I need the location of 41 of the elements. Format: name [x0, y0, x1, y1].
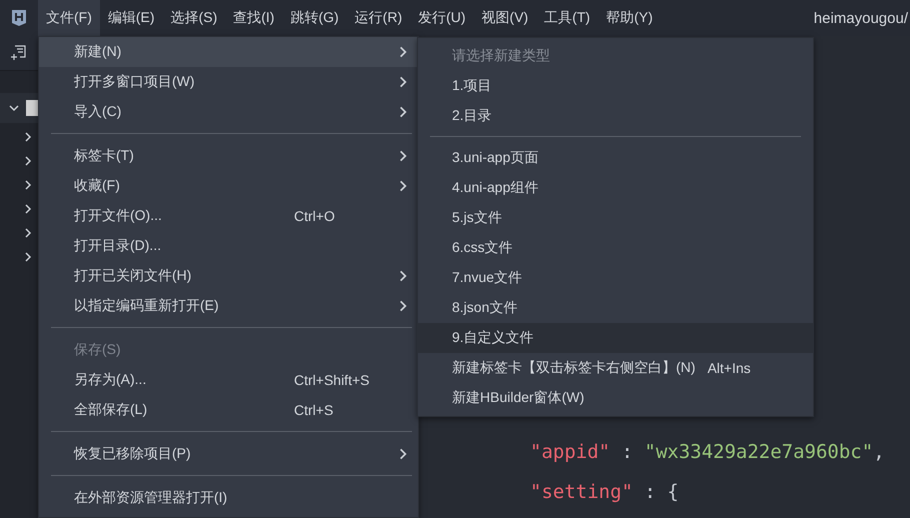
- menu-item[interactable]: 2.目录: [418, 101, 813, 131]
- menu-item[interactable]: 在外部资源管理器打开(I): [39, 483, 418, 513]
- menu-bar-item[interactable]: 视图(V): [474, 0, 536, 36]
- menu-item[interactable]: 6.css文件: [418, 233, 813, 263]
- project-title: heimayougou/: [814, 10, 909, 26]
- menu-item[interactable]: 8.json文件: [418, 293, 813, 323]
- menu-item[interactable]: 7.nvue文件: [418, 263, 813, 293]
- menu-item[interactable]: 新建标签卡【双击标签卡右侧空白】(N) Alt+Ins: [418, 353, 813, 383]
- code-line: "setting" : {: [530, 480, 680, 505]
- menu-bar-item[interactable]: 发行(U): [410, 0, 474, 36]
- menu-item[interactable]: 1.项目: [418, 71, 813, 101]
- menu-item[interactable]: 收藏(F): [39, 171, 418, 201]
- menu-bar-item[interactable]: 运行(R): [346, 0, 410, 36]
- menu-bar-item[interactable]: 选择(S): [162, 0, 226, 36]
- menu-item[interactable]: 另存为(A)... Ctrl+Shift+S: [39, 365, 418, 395]
- menu-bar-item[interactable]: 工具(T): [536, 0, 598, 36]
- menu-item[interactable]: 导入(C): [39, 97, 418, 127]
- menu-bar-item[interactable]: 查找(I): [225, 0, 282, 36]
- menu-bar-item[interactable]: 跳转(G): [282, 0, 347, 36]
- menu-item[interactable]: 打开文件(O)... Ctrl+O: [39, 201, 418, 231]
- menu-bar-item[interactable]: 编辑(E): [100, 0, 163, 36]
- shield-logo-icon: [11, 9, 27, 27]
- menu-item[interactable]: 新建HBuilder窗体(W): [418, 383, 813, 413]
- new-document-icon[interactable]: [11, 45, 27, 61]
- menu-item[interactable]: 打开目录(D)...: [39, 231, 418, 261]
- menu-bar-item[interactable]: 帮助(Y): [598, 0, 661, 36]
- code-line: "appid" : "wx33429a22e7a960bc",: [530, 440, 886, 465]
- menu-item[interactable]: 新建(N): [39, 37, 418, 67]
- menu-item[interactable]: 5.js文件: [418, 203, 813, 233]
- menu-item[interactable]: 恢复已移除项目(P): [39, 439, 418, 469]
- menu-item[interactable]: 9.自定义文件: [418, 323, 813, 353]
- menu-bar-item[interactable]: 文件(F): [38, 0, 100, 36]
- menu-item[interactable]: 全部保存(L) Ctrl+S: [39, 395, 418, 425]
- submenu-header: 请选择新建类型: [451, 46, 551, 65]
- menu-item[interactable]: 3.uni-app页面: [418, 143, 813, 173]
- menu-item[interactable]: 打开多窗口项目(W): [39, 67, 418, 97]
- menu-item[interactable]: 4.uni-app组件: [418, 173, 813, 203]
- menu-item[interactable]: 打开已关闭文件(H): [39, 261, 418, 291]
- menu-item[interactable]: 以指定编码重新打开(E): [39, 291, 418, 321]
- project-icon: [26, 100, 38, 116]
- menu-item[interactable]: 标签卡(T): [39, 141, 418, 171]
